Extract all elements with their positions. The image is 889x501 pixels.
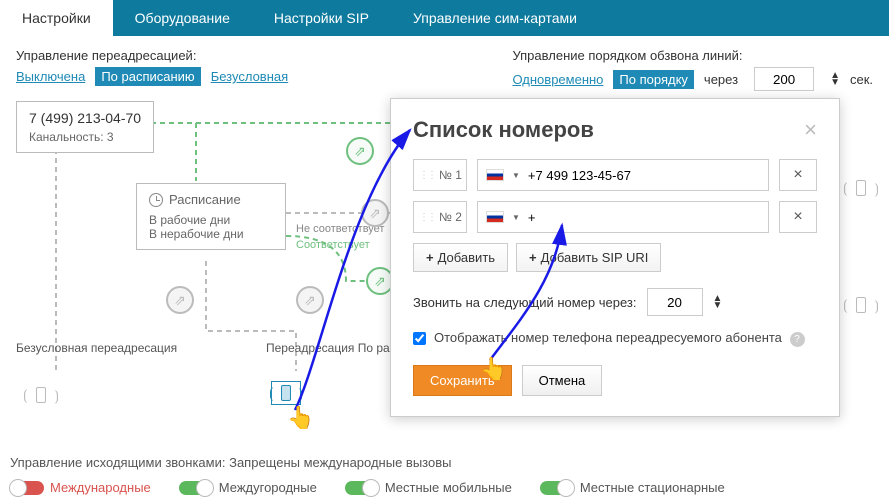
delay-input[interactable]: [647, 288, 703, 316]
phone-icon-scheduled[interactable]: ⟮⟯: [271, 381, 301, 405]
outgoing-footer: Управление исходящими звонками: Запрещен…: [10, 455, 879, 495]
order-seconds-input[interactable]: [754, 67, 814, 91]
order-opt-sequential[interactable]: По порядку: [613, 70, 694, 89]
main-tabs: Настройки Оборудование Настройки SIP Упр…: [0, 0, 889, 36]
toggle-local-mobile[interactable]: Местные мобильные: [345, 480, 512, 495]
add-number-button[interactable]: +Добавить: [413, 243, 508, 272]
drag-handle-1[interactable]: № 1: [413, 159, 467, 191]
number-input-1[interactable]: [528, 168, 760, 183]
drag-handle-2[interactable]: № 2: [413, 201, 467, 233]
schedule-box[interactable]: Расписание В рабочие дни В нерабочие дни: [136, 183, 286, 250]
toggle-international[interactable]: Международные: [10, 480, 151, 495]
outgoing-title: Управление исходящими звонками: Запрещен…: [10, 455, 879, 470]
order-title: Управление порядком обзвона линий:: [512, 48, 873, 63]
forwarding-control: Управление переадресацией: Выключена По …: [16, 48, 288, 91]
forward-icon-inactive-1: ⇗: [361, 199, 389, 227]
match-yes-label: Соответствует: [296, 239, 370, 251]
number-field-2[interactable]: ▼: [477, 201, 769, 233]
fwd-opt-unconditional[interactable]: Безусловная: [211, 69, 288, 84]
delete-number-1[interactable]: ×: [779, 159, 817, 191]
number-row-2: № 2 ▼ ×: [413, 201, 817, 233]
number-input-2[interactable]: [528, 210, 760, 225]
flag-icon-ru-1[interactable]: [486, 169, 504, 181]
seconds-stepper[interactable]: ▲▼: [830, 72, 840, 86]
help-icon[interactable]: ?: [790, 332, 805, 347]
forwarding-title: Управление переадресацией:: [16, 48, 288, 63]
show-caller-checkbox[interactable]: [413, 332, 426, 345]
cancel-button[interactable]: Отмена: [522, 365, 603, 396]
schedule-weekend: В нерабочие дни: [149, 227, 273, 241]
channel-count: Канальность: 3: [29, 130, 141, 144]
flag-icon-ru-2[interactable]: [486, 211, 504, 223]
main-number: 7 (499) 213-04-70: [29, 110, 141, 126]
forward-icon-active[interactable]: ⇗: [346, 137, 374, 165]
phone-icon-1[interactable]: ⟮⟯: [26, 383, 56, 407]
tab-sip[interactable]: Настройки SIP: [252, 0, 391, 36]
node-unconditional-label: Безусловная переадресация: [16, 341, 177, 355]
clock-icon: [149, 193, 163, 207]
modal-title: Список номеров: [413, 117, 594, 143]
toggle-long-distance[interactable]: Междугородные: [179, 480, 317, 495]
order-opt-simultaneous[interactable]: Одновременно: [512, 72, 603, 87]
add-sip-uri-button[interactable]: +Добавить SIP URI: [516, 243, 661, 272]
order-control: Управление порядком обзвона линий: Однов…: [512, 48, 873, 91]
number-row-1: № 1 ▼ ×: [413, 159, 817, 191]
flag-dropdown-2[interactable]: ▼: [512, 213, 520, 222]
save-button[interactable]: Сохранить: [413, 365, 512, 396]
phone-icon-right-2[interactable]: ⟮⟯: [846, 293, 876, 317]
schedule-workdays: В рабочие дни: [149, 213, 273, 227]
seconds-label: сек.: [850, 72, 873, 87]
close-icon[interactable]: ×: [804, 117, 817, 143]
forward-icon-inactive-3: ⇗: [296, 286, 324, 314]
fwd-opt-schedule[interactable]: По расписанию: [95, 67, 200, 86]
delete-number-2[interactable]: ×: [779, 201, 817, 233]
fwd-opt-off[interactable]: Выключена: [16, 69, 85, 84]
show-caller-label: Отображать номер телефона переадресуемог…: [434, 330, 782, 345]
flag-dropdown-1[interactable]: ▼: [512, 171, 520, 180]
tab-equipment[interactable]: Оборудование: [113, 0, 252, 36]
delay-stepper[interactable]: ▲▼: [713, 295, 723, 309]
tab-settings[interactable]: Настройки: [0, 0, 113, 36]
delay-label: Звонить на следующий номер через:: [413, 295, 637, 310]
toggle-local-landline[interactable]: Местные стационарные: [540, 480, 725, 495]
tab-sim[interactable]: Управление сим-картами: [391, 0, 599, 36]
schedule-title: Расписание: [169, 192, 241, 207]
forward-icon-inactive-2: ⇗: [166, 286, 194, 314]
order-after-label: через: [704, 72, 738, 87]
main-number-box[interactable]: 7 (499) 213-04-70 Канальность: 3: [16, 101, 154, 153]
number-list-modal: Список номеров × № 1 ▼ × № 2 ▼ × +Добави…: [390, 98, 840, 417]
phone-icon-right-1[interactable]: ⟮⟯: [846, 176, 876, 200]
number-field-1[interactable]: ▼: [477, 159, 769, 191]
